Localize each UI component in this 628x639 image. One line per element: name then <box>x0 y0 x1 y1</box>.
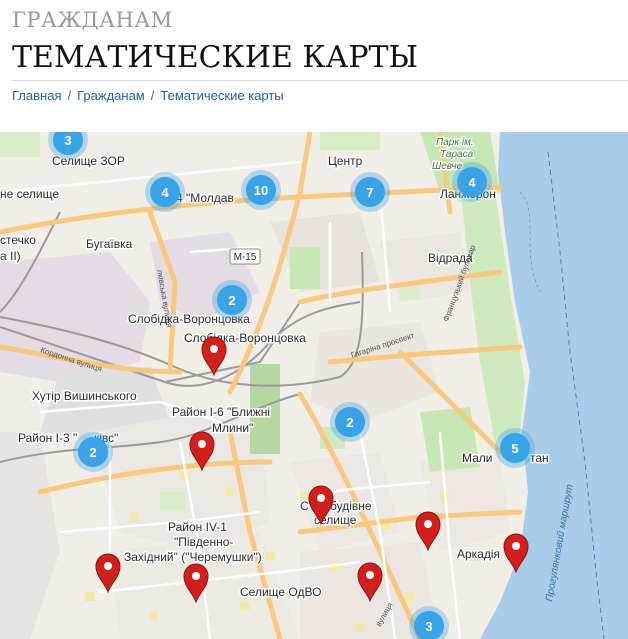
svg-text:3: 3 <box>64 133 71 148</box>
place-label: Аркадія <box>457 547 500 561</box>
marker-cluster[interactable]: 2 <box>330 402 370 442</box>
place-label: Центр <box>328 154 363 168</box>
breadcrumb-current-link[interactable]: Тематические карты <box>160 88 283 103</box>
place-label: будівне <box>330 499 372 513</box>
marker-cluster[interactable]: 2 <box>73 432 113 472</box>
svg-text:3: 3 <box>425 619 432 634</box>
place-label: Район IV-1 <box>168 520 227 534</box>
breadcrumb-separator: / <box>67 88 72 103</box>
breadcrumb: Главная / Гражданам / Тематические карты <box>12 88 284 103</box>
breadcrumb-citizens-link[interactable]: Гражданам <box>77 88 145 103</box>
place-label: Селище ОдВО <box>240 585 321 599</box>
marker-cluster[interactable]: 5 <box>495 428 535 468</box>
svg-text:2: 2 <box>228 293 235 308</box>
svg-text:7: 7 <box>366 185 373 200</box>
svg-text:5: 5 <box>511 441 518 456</box>
svg-text:4: 4 <box>161 185 169 200</box>
place-label: стечко <box>0 233 36 247</box>
place-label: Район І-6 "Ближні <box>172 405 270 419</box>
marker-cluster[interactable]: 2 <box>212 280 252 320</box>
road-shield-m15: М-15 <box>229 248 261 265</box>
svg-text:2: 2 <box>346 415 353 430</box>
place-label: не селище <box>0 187 59 201</box>
svg-text:2: 2 <box>89 445 96 460</box>
place-label: Хутір Вишинського <box>32 389 137 403</box>
marker-cluster[interactable]: 7 <box>350 172 390 212</box>
place-label: С <box>300 499 309 513</box>
place-label: Район І-3 " <box>18 431 77 445</box>
breadcrumb-home-link[interactable]: Главная <box>12 88 61 103</box>
map-canvas[interactable]: Селище ЗОР не селище -4 "Молдав Центр Па… <box>0 132 628 639</box>
thematic-map[interactable]: Селище ЗОР не селище -4 "Молдав Центр Па… <box>0 132 628 639</box>
marker-cluster[interactable]: 10 <box>241 170 281 210</box>
page-title: ТЕМАТИЧЕСКИЕ КАРТЫ <box>12 40 419 75</box>
svg-text:4: 4 <box>468 175 476 190</box>
title-divider <box>12 80 628 81</box>
place-label: Мали <box>462 451 493 465</box>
place-label: Бугаївка <box>86 237 133 251</box>
place-label: а II) <box>0 249 21 263</box>
place-label: Млини" <box>212 421 253 435</box>
marker-cluster[interactable]: 4 <box>145 172 185 212</box>
marker-cluster[interactable]: 4 <box>452 162 492 202</box>
park-label: Парк ім. <box>436 137 474 148</box>
section-label: ГРАЖДАНАМ <box>12 8 173 32</box>
place-label: Слобідка-Воронцовка <box>184 331 306 345</box>
breadcrumb-separator: / <box>150 88 155 103</box>
place-label: Західний" ("Черемушки") <box>124 550 262 564</box>
park-label: Тараса <box>440 149 474 160</box>
svg-text:10: 10 <box>254 183 268 198</box>
place-label: "Південно- <box>174 535 233 549</box>
svg-text:М-15: М-15 <box>234 252 257 263</box>
